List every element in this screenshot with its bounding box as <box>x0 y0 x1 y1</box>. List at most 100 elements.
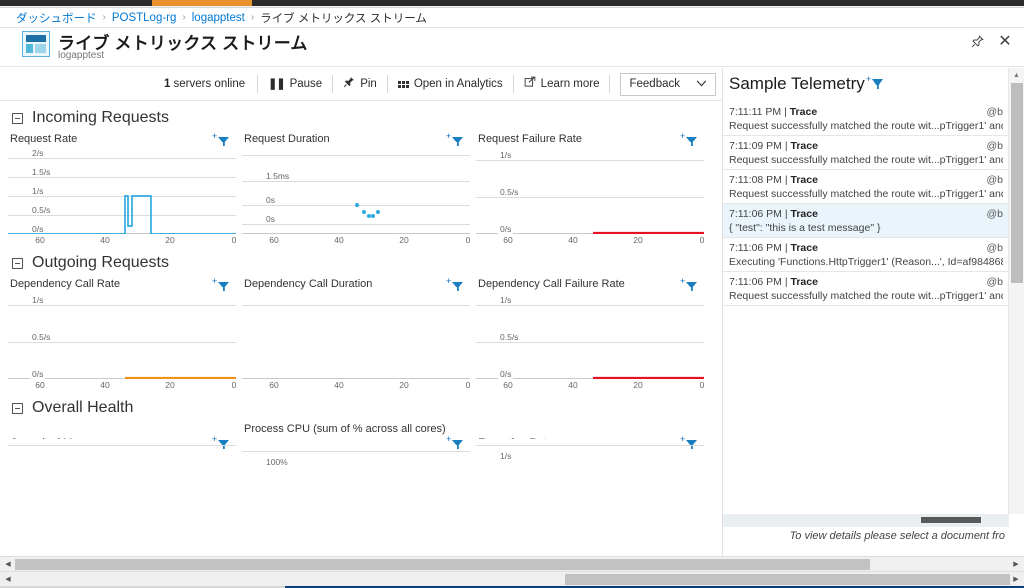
pause-button[interactable]: ❚❚ Pause <box>258 73 332 95</box>
plot-area: 1/s 0.5/s 0/s 60 40 20 0 <box>476 293 704 391</box>
filter-icon[interactable]: + <box>446 132 464 148</box>
servers-online-status: 1 servers online <box>164 78 257 90</box>
svg-text:+: + <box>866 75 871 84</box>
x-tick-label: 60 <box>35 380 45 390</box>
telemetry-message: Request successfully matched the route w… <box>729 154 1003 166</box>
x-tick-label: 40 <box>334 380 344 390</box>
x-axis: 60 40 20 0 <box>8 380 236 391</box>
x-tick-label: 0 <box>699 235 705 245</box>
external-link-icon <box>524 76 536 92</box>
x-tick-label: 0 <box>231 380 237 390</box>
telemetry-list-item-selected[interactable]: 7:11:06 PM | Trace @b { "test": "this is… <box>723 204 1009 238</box>
collapse-toggle-icon[interactable] <box>12 257 23 269</box>
svg-text:+: + <box>446 132 451 141</box>
series-request-rate <box>8 148 236 234</box>
telemetry-hscroll-thumb[interactable] <box>921 517 981 523</box>
x-tick-label: 20 <box>165 235 175 245</box>
collapse-toggle-icon[interactable] <box>12 112 23 124</box>
x-tick-label: 60 <box>269 380 279 390</box>
telemetry-time: 7:11:06 PM <box>729 276 782 288</box>
filter-icon[interactable]: + <box>680 132 698 148</box>
x-tick-label: 20 <box>633 235 643 245</box>
scroll-up-icon[interactable]: ▲ <box>1009 68 1024 82</box>
breadcrumb-separator-icon: › <box>182 12 186 23</box>
telemetry-list-item[interactable]: 7:11:09 PM | Trace @b Request successful… <box>723 136 1009 170</box>
filter-icon[interactable]: + <box>680 277 698 293</box>
page-horizontal-scrollbar[interactable]: ◀ ▶ <box>0 571 1024 586</box>
svg-text:+: + <box>680 277 685 286</box>
x-tick-label: 20 <box>633 380 643 390</box>
telemetry-horizontal-scrollbar[interactable] <box>723 514 1009 527</box>
collapse-toggle-icon[interactable] <box>12 402 23 414</box>
chart-title: Exception Rate <box>476 421 704 439</box>
series-dependency-call-rate <box>8 293 236 379</box>
chart-row-incoming: Request Rate + 2/s 1.5/s 1/s 0.5/s 0/s 6… <box>0 131 722 246</box>
y-tick-label: 1/s <box>498 451 514 461</box>
chevron-down-icon <box>696 78 707 90</box>
telemetry-role: @b <box>986 242 1004 254</box>
telemetry-role: @b <box>986 208 1004 220</box>
telemetry-list[interactable]: 7:11:11 PM | Trace @b Request successful… <box>723 102 1009 514</box>
x-tick-label: 40 <box>568 380 578 390</box>
telemetry-scroll-thumb[interactable] <box>1011 83 1023 283</box>
series-dependency-call-failure-rate <box>476 293 704 379</box>
telemetry-role: @b <box>986 276 1004 288</box>
x-tick-label: 60 <box>269 235 279 245</box>
pin-button[interactable]: Pin <box>333 73 387 95</box>
content-hscroll-thumb[interactable] <box>15 559 870 570</box>
x-axis: 60 40 20 0 <box>242 380 470 391</box>
x-axis: 60 40 20 0 <box>476 235 704 246</box>
page-hscroll-thumb[interactable] <box>565 574 1010 585</box>
scroll-left-icon[interactable]: ◀ <box>1 572 15 586</box>
content-horizontal-scrollbar[interactable]: ◀ ▶ <box>0 556 1024 571</box>
svg-text:+: + <box>212 277 217 286</box>
close-blade-icon[interactable]: ✕ <box>994 30 1016 52</box>
telemetry-details-hint: To view details please select a document… <box>789 530 1005 542</box>
telemetry-list-item[interactable]: 7:11:11 PM | Trace @b Request successful… <box>723 102 1009 136</box>
servers-online-label: servers online <box>170 78 246 90</box>
plot-area: 100% <box>242 451 470 473</box>
x-tick-label: 0 <box>231 235 237 245</box>
x-tick-label: 0 <box>699 380 705 390</box>
feedback-dropdown[interactable]: Feedback <box>620 72 716 96</box>
live-metrics-stream-page: ダッシュボード › POSTLog-rg › logapptest › ライブ … <box>0 0 1024 588</box>
breadcrumb-separator-icon: › <box>250 12 255 23</box>
telemetry-list-item[interactable]: 7:11:08 PM | Trace @b Request successful… <box>723 170 1009 204</box>
breadcrumb: ダッシュボード › POSTLog-rg › logapptest › ライブ … <box>0 8 1024 28</box>
chart-row-health: Commited Memory + Process CPU (sum of % … <box>0 421 722 473</box>
section-title: Incoming Requests <box>32 109 169 126</box>
scroll-right-icon[interactable]: ▶ <box>1009 557 1023 571</box>
telemetry-list-item[interactable]: 7:11:06 PM | Trace @b Request successful… <box>723 272 1009 306</box>
pause-icon: ❚❚ <box>268 77 285 90</box>
telemetry-vertical-scrollbar[interactable]: ▲ <box>1008 68 1024 514</box>
breadcrumb-item-resource-group[interactable]: POSTLog-rg <box>112 12 177 24</box>
filter-icon[interactable]: + <box>866 75 884 91</box>
section-header-incoming-requests: Incoming Requests <box>0 101 722 131</box>
scroll-left-icon[interactable]: ◀ <box>1 557 15 571</box>
chart-title: Dependency Call Duration <box>244 278 373 290</box>
pin-blade-icon[interactable] <box>966 30 988 52</box>
section-title: Overall Health <box>32 399 134 416</box>
filter-icon[interactable]: + <box>212 132 230 148</box>
telemetry-list-item[interactable]: 7:11:06 PM | Trace @b Executing 'Functio… <box>723 238 1009 272</box>
section-header-outgoing-requests: Outgoing Requests <box>0 246 722 276</box>
telemetry-time: 7:11:06 PM <box>729 242 782 254</box>
toolbar-divider <box>609 75 611 93</box>
sample-telemetry-header: Sample Telemetry + <box>723 68 1024 98</box>
breadcrumb-item-dashboard[interactable]: ダッシュボード <box>16 10 97 26</box>
filter-icon[interactable]: + <box>212 277 230 293</box>
section-title: Outgoing Requests <box>32 254 169 271</box>
x-tick-label: 20 <box>399 235 409 245</box>
scroll-right-icon[interactable]: ▶ <box>1009 572 1023 586</box>
x-tick-label: 20 <box>165 380 175 390</box>
chart-process-cpu: Process CPU (sum of % across all cores) … <box>242 421 476 473</box>
chart-commited-memory: Commited Memory + <box>8 421 242 473</box>
breadcrumb-item-app[interactable]: logapptest <box>192 12 245 24</box>
feedback-dropdown-label: Feedback <box>629 78 680 90</box>
learn-more-button[interactable]: Learn more <box>514 73 610 95</box>
open-in-analytics-button[interactable]: Open in Analytics <box>388 73 513 95</box>
filter-icon[interactable]: + <box>446 277 464 293</box>
pin-glyph <box>971 34 984 47</box>
filter-icon[interactable]: + <box>446 435 464 451</box>
chart-title: Request Duration <box>244 133 330 145</box>
